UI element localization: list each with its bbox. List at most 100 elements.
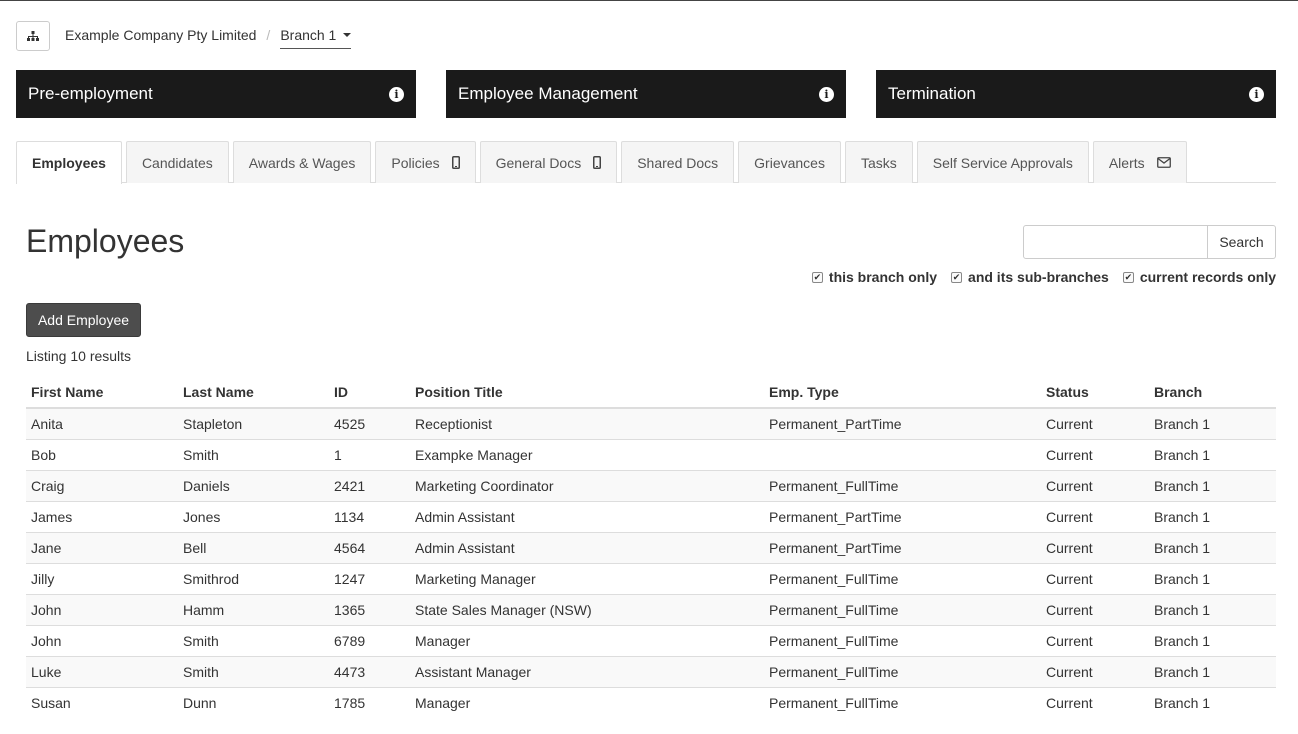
cell-branch: Branch 1 xyxy=(1149,469,1276,501)
cell-id: 4564 xyxy=(329,531,410,563)
checkbox-checked-icon[interactable]: ✔ xyxy=(1122,271,1134,283)
info-icon[interactable]: i xyxy=(1249,86,1264,102)
column-header-last-name[interactable]: Last Name xyxy=(178,376,329,409)
sitemap-icon xyxy=(27,30,39,41)
tab-label: Grievances xyxy=(754,154,825,171)
table-row[interactable]: James Jones 1134 Admin Assistant Permanent_P… xyxy=(26,500,1276,532)
search-button[interactable]: Search xyxy=(1208,225,1276,259)
breadcrumb-company[interactable]: Example Company Pty Limited xyxy=(65,27,256,43)
table-row[interactable]: Jilly Smithrod 1247 Marketing Manager Perman… xyxy=(26,562,1276,594)
tab-employees[interactable]: Employees xyxy=(16,141,122,184)
column-header-status[interactable]: Status xyxy=(1041,376,1149,409)
page-title: Employees xyxy=(26,223,185,259)
column-header-position-title[interactable]: Position Title xyxy=(410,376,764,409)
tab-grievances[interactable]: Grievances xyxy=(738,141,841,183)
cell-emp-type: Permanent_FullTime xyxy=(764,562,1041,594)
tab-candidates[interactable]: Candidates xyxy=(125,141,229,183)
cell-first-name: John xyxy=(26,593,178,625)
caret-down-icon xyxy=(343,32,352,37)
table-row[interactable]: Luke Smith 4473 Assistant Manager Permanent_… xyxy=(26,655,1276,687)
cell-id: 6789 xyxy=(329,624,410,656)
cell-position-title: State Sales Manager (NSW) xyxy=(410,593,764,625)
filter-sub-branches[interactable]: ✔ and its sub-branches xyxy=(951,269,1109,285)
table-body: Anita Stapleton 4525 Receptionist Permanent_… xyxy=(26,407,1276,718)
filter-label: and its sub-branches xyxy=(968,269,1109,285)
cell-first-name: John xyxy=(26,624,178,656)
table-header-row: First Name Last Name ID Position Title E… xyxy=(26,376,1276,409)
column-header-branch[interactable]: Branch xyxy=(1149,376,1276,409)
tab-label: Candidates xyxy=(141,154,213,171)
column-header-first-name[interactable]: First Name xyxy=(26,376,178,409)
filter-this-branch-only[interactable]: ✔ this branch only xyxy=(811,269,938,285)
branch-dropdown[interactable]: Branch 1 xyxy=(280,26,352,49)
cell-status: Current xyxy=(1041,562,1149,594)
cell-status: Current xyxy=(1041,438,1149,470)
listing-count: Listing 10 results xyxy=(26,348,132,364)
cell-last-name: Dunn xyxy=(178,686,329,718)
cell-last-name: Smithrod xyxy=(178,562,329,594)
checkbox-checked-icon[interactable]: ✔ xyxy=(951,271,963,283)
table-row[interactable]: Craig Daniels 2421 Marketing Coordinator Per… xyxy=(26,469,1276,501)
column-header-emp-type[interactable]: Emp. Type xyxy=(764,376,1041,409)
info-icon[interactable]: i xyxy=(819,86,834,102)
breadcrumb-separator: / xyxy=(266,27,271,43)
table-row[interactable]: John Hamm 1365 State Sales Manager (NSW) Per… xyxy=(26,593,1276,625)
cell-last-name: Daniels xyxy=(178,469,329,501)
tab-label: Alerts xyxy=(1108,154,1145,171)
cell-status: Current xyxy=(1041,469,1149,501)
add-employee-button[interactable]: Add Employee xyxy=(26,303,141,337)
filter-label: this branch only xyxy=(828,269,938,285)
tab-general-docs[interactable]: General Docs xyxy=(479,141,618,183)
cell-first-name: Luke xyxy=(26,655,178,687)
panel-termination[interactable]: Termination i xyxy=(876,70,1276,118)
cell-position-title: Admin Assistant xyxy=(410,500,764,532)
filter-checkboxes: ✔ this branch only ✔ and its sub-branche… xyxy=(798,269,1276,285)
cell-first-name: James xyxy=(26,500,178,532)
tab-tasks[interactable]: Tasks xyxy=(844,141,913,183)
panel-pre-employment[interactable]: Pre-employment i xyxy=(16,70,416,118)
cell-emp-type: Permanent_FullTime xyxy=(764,686,1041,718)
cell-branch: Branch 1 xyxy=(1149,593,1276,625)
checkbox-checked-icon[interactable]: ✔ xyxy=(811,271,823,283)
mobile-icon xyxy=(451,156,460,169)
panel-employee-management[interactable]: Employee Management i xyxy=(446,70,846,118)
cell-id: 4473 xyxy=(329,655,410,687)
branch-dropdown-label: Branch 1 xyxy=(280,26,337,43)
cell-first-name: Susan xyxy=(26,686,178,718)
org-chart-button[interactable] xyxy=(16,21,50,51)
cell-first-name: Anita xyxy=(26,407,178,439)
info-icon[interactable]: i xyxy=(389,86,404,102)
breadcrumb: Example Company Pty Limited / Branch 1 xyxy=(65,25,352,49)
cell-position-title: Assistant Manager xyxy=(410,655,764,687)
search-input[interactable] xyxy=(1023,225,1208,259)
cell-position-title: Exampke Manager xyxy=(410,438,764,470)
cell-status: Current xyxy=(1041,531,1149,563)
panel-label: Employee Management xyxy=(458,84,638,103)
tab-alerts[interactable]: Alerts xyxy=(1092,141,1187,183)
cell-last-name: Smith xyxy=(178,624,329,656)
cell-branch: Branch 1 xyxy=(1149,562,1276,594)
cell-id: 1 xyxy=(329,438,410,470)
table-row[interactable]: Anita Stapleton 4525 Receptionist Permanent_… xyxy=(26,407,1276,439)
tab-awards-wages[interactable]: Awards & Wages xyxy=(232,141,372,183)
table-row[interactable]: Jane Bell 4564 Admin Assistant Permanent_Par… xyxy=(26,531,1276,563)
filter-current-records-only[interactable]: ✔ current records only xyxy=(1122,269,1276,285)
tab-label: Employees xyxy=(32,155,106,171)
table-row[interactable]: John Smith 6789 Manager Permanent_FullTime Cu… xyxy=(26,624,1276,656)
cell-position-title: Manager xyxy=(410,624,764,656)
cell-status: Current xyxy=(1041,624,1149,656)
table-row[interactable]: Bob Smith 1 Exampke Manager Current Branch 1 xyxy=(26,438,1276,470)
tab-bar: Employees Candidates Awards & Wages Poli… xyxy=(16,141,1276,184)
tab-policies[interactable]: Policies xyxy=(375,141,476,183)
table-row[interactable]: Susan Dunn 1785 Manager Permanent_FullTime Cu… xyxy=(26,686,1276,718)
column-header-id[interactable]: ID xyxy=(329,376,410,409)
cell-first-name: Craig xyxy=(26,469,178,501)
tab-shared-docs[interactable]: Shared Docs xyxy=(621,141,735,183)
tab-self-service-approvals[interactable]: Self Service Approvals xyxy=(916,141,1089,183)
cell-id: 4525 xyxy=(329,407,410,439)
cell-first-name: Jane xyxy=(26,531,178,563)
cell-branch: Branch 1 xyxy=(1149,531,1276,563)
cell-status: Current xyxy=(1041,686,1149,718)
cell-first-name: Bob xyxy=(26,438,178,470)
cell-status: Current xyxy=(1041,655,1149,687)
